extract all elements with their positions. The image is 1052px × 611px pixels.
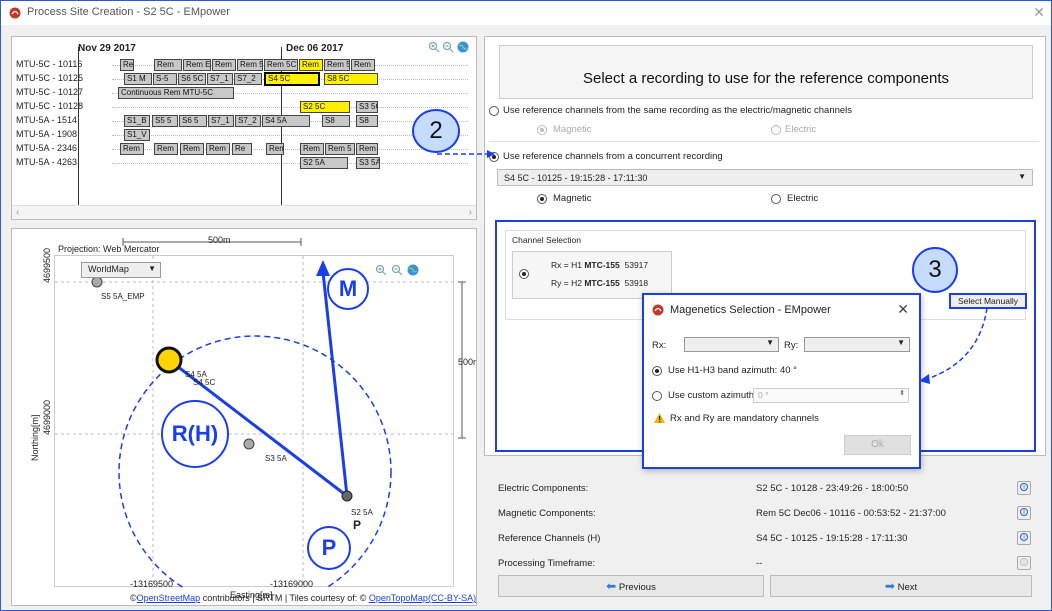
annotation-arrows — [437, 150, 988, 384]
app-window: Process Site Creation - S2 5C - EMpower … — [0, 0, 1052, 611]
